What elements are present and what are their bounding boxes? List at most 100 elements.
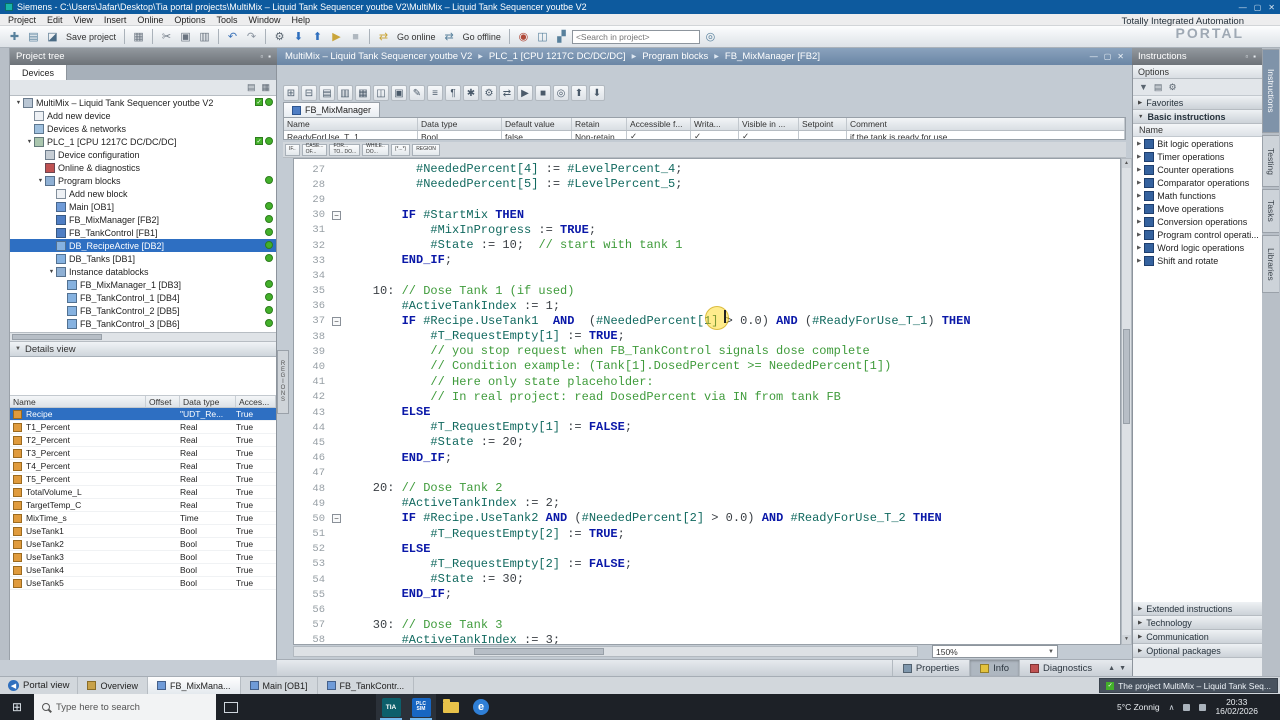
tree-item[interactable]: FB_TankControl_1 [DB4] xyxy=(10,291,276,304)
details-row[interactable]: UseTank4 Bool True xyxy=(10,564,276,577)
snapshot-icon[interactable]: ◫ xyxy=(373,85,389,101)
editor-tab-fb-tankcontr-[interactable]: FB_TankContr... xyxy=(318,677,415,694)
instruction-group-counter-operations[interactable]: ▶ Counter operations xyxy=(1133,163,1262,176)
code-line-56[interactable]: 56 xyxy=(294,602,1120,617)
code-line-34[interactable]: 34 xyxy=(294,268,1120,283)
snippet-region-button[interactable]: REGION xyxy=(412,143,440,156)
filter-icon[interactable]: ▼ xyxy=(1139,82,1148,92)
fold-toggle[interactable]: − xyxy=(330,316,344,326)
tab-info[interactable]: Info xyxy=(969,660,1020,676)
tab-devices[interactable]: Devices xyxy=(10,65,68,80)
maximize-icon[interactable]: ▢ xyxy=(1104,52,1112,61)
iface-column-3[interactable]: Retain xyxy=(572,118,627,130)
iface-column-4[interactable]: Accessible f... xyxy=(627,118,691,130)
details-row[interactable]: UseTank3 Bool True xyxy=(10,551,276,564)
taskbar-tia-portal[interactable]: TIA xyxy=(376,694,406,720)
code-line-41[interactable]: 41 // Here only state placeholder: xyxy=(294,375,1120,390)
side-tab-libraries[interactable]: Libraries xyxy=(1262,235,1279,293)
snippet-comment-button[interactable]: (*...*) xyxy=(390,143,411,156)
print-icon[interactable]: ▦ xyxy=(130,28,147,45)
start-cpu-icon[interactable]: ▶ xyxy=(328,28,345,45)
project-tree-hscrollbar[interactable] xyxy=(10,332,276,342)
code-line-53[interactable]: 53 #T_RequestEmpty[2] := FALSE; xyxy=(294,557,1120,572)
minimize-icon[interactable]: — xyxy=(1090,52,1098,61)
compile-block-icon[interactable]: ✱ xyxy=(463,85,479,101)
tree-item[interactable]: FB_TankControl_3 [DB6] xyxy=(10,317,276,330)
compile-icon[interactable]: ⚙ xyxy=(271,28,288,45)
menu-project[interactable]: Project xyxy=(8,15,36,25)
editor-tab-fb-mixmana-[interactable]: FB_MixMana... xyxy=(147,677,241,694)
code-line-30[interactable]: 30− IF #StartMix THEN xyxy=(294,208,1120,223)
menu-online[interactable]: Online xyxy=(137,15,163,25)
details-row[interactable]: T3_Percent Real True xyxy=(10,447,276,460)
taskbar-edge[interactable]: e xyxy=(466,694,496,720)
details-row[interactable]: Recipe "UDT_Re... True xyxy=(10,408,276,421)
tree-item[interactable]: Online & diagnostics xyxy=(10,161,276,174)
go-offline-icon[interactable]: ⇄ xyxy=(441,28,458,45)
scroll-thumb[interactable] xyxy=(12,334,102,340)
code-line-58[interactable]: 58 #ActiveTankIndex := 3; xyxy=(294,633,1120,644)
taskbar-clock[interactable]: 20:33 16/02/2026 xyxy=(1215,697,1258,717)
code-line-49[interactable]: 49 #ActiveTankIndex := 2; xyxy=(294,496,1120,511)
open-all-members-icon[interactable]: ▤ xyxy=(319,85,335,101)
breadcrumb-item[interactable]: PLC_1 [CPU 1217C DC/DC/DC] xyxy=(489,51,626,62)
section-optional-packages[interactable]: ▶ Optional packages xyxy=(1133,644,1262,658)
code-line-32[interactable]: 32 #State := 10; // start with tank 1 xyxy=(294,238,1120,253)
project-search-input[interactable] xyxy=(571,29,700,44)
breadcrumb-item[interactable]: FB_MixManager [FB2] xyxy=(725,51,820,62)
stop-monitor-icon[interactable]: ■ xyxy=(535,85,551,101)
tree-item[interactable]: Devices & networks xyxy=(10,122,276,135)
go-offline-button[interactable]: Go offline xyxy=(463,32,501,42)
details-column-3[interactable]: Acces... xyxy=(236,396,276,407)
insert-row-icon[interactable]: ⊞ xyxy=(283,85,299,101)
section-favorites[interactable]: ▶ Favorites xyxy=(1133,96,1262,110)
code-line-57[interactable]: 57 30: // Dose Tank 3 xyxy=(294,618,1120,633)
hidden-icons-chevron[interactable]: ∧ xyxy=(1169,703,1175,712)
scroll-up-icon[interactable]: ▲ xyxy=(1122,159,1131,168)
tab-properties[interactable]: Properties xyxy=(891,660,969,676)
copy-values-icon[interactable]: ▣ xyxy=(391,85,407,101)
start-simulation-icon[interactable]: ▞ xyxy=(553,28,570,45)
menu-edit[interactable]: Edit xyxy=(47,15,63,25)
profile-icon[interactable]: ▤ xyxy=(1154,82,1163,93)
editor-tab-main-ob1-[interactable]: Main [OB1] xyxy=(241,677,318,694)
minimize-icon[interactable]: — xyxy=(1239,3,1247,12)
code-line-44[interactable]: 44 #T_RequestEmpty[1] := FALSE; xyxy=(294,420,1120,435)
instruction-settings-icon[interactable]: ⚙ xyxy=(1168,82,1176,93)
code-line-35[interactable]: 35 10: // Dose Tank 1 (if used) xyxy=(294,284,1120,299)
tree-item[interactable]: FB_TankControl_2 [DB5] xyxy=(10,304,276,317)
tree-item[interactable]: Add new device xyxy=(10,109,276,122)
tree-item[interactable]: Device configuration xyxy=(10,148,276,161)
tab-diagnostics[interactable]: Diagnostics xyxy=(1019,660,1102,676)
close-icon[interactable]: ✕ xyxy=(1268,3,1275,12)
tree-item[interactable]: DB_Tanks [DB1] xyxy=(10,252,276,265)
settings-icon[interactable]: ⚙ xyxy=(481,85,497,101)
details-row[interactable]: UseTank5 Bool True xyxy=(10,577,276,590)
upload-from-device-icon[interactable]: ⬆ xyxy=(309,28,326,45)
comment-out-icon[interactable]: ¶ xyxy=(445,85,461,101)
fold-toggle[interactable]: − xyxy=(330,514,344,524)
details-row[interactable]: UseTank1 Bool True xyxy=(10,525,276,538)
go-online-button[interactable]: Go online xyxy=(397,32,436,42)
close-icon[interactable]: ✕ xyxy=(1117,52,1124,61)
details-row[interactable]: UseTank2 Bool True xyxy=(10,538,276,551)
instruction-group-shift-and-rotate[interactable]: ▶ Shift and rotate xyxy=(1133,254,1262,267)
section-extended-instructions[interactable]: ▶ Extended instructions xyxy=(1133,602,1262,616)
details-row[interactable]: TotalVolume_L Real True xyxy=(10,486,276,499)
close-all-members-icon[interactable]: ▥ xyxy=(337,85,353,101)
scl-code-editor[interactable]: 27 #NeededPercent[4] := #LevelPercent_4; 2… xyxy=(293,158,1121,645)
code-line-46[interactable]: 46 END_IF; xyxy=(294,451,1120,466)
details-column-0[interactable]: Name xyxy=(10,396,146,407)
instruction-group-math-functions[interactable]: ▶ Math functions xyxy=(1133,189,1262,202)
editor-hscrollbar[interactable] xyxy=(293,646,918,657)
section-technology[interactable]: ▶ Technology xyxy=(1133,616,1262,630)
code-line-52[interactable]: 52 ELSE xyxy=(294,542,1120,557)
stop-cpu-icon[interactable]: ■ xyxy=(347,28,364,45)
details-row[interactable]: T5_Percent Real True xyxy=(10,473,276,486)
online-diagnostics-icon[interactable]: ◉ xyxy=(515,28,532,45)
status-message[interactable]: ✓ The project MultiMix – Liquid Tank Seq… xyxy=(1099,678,1278,693)
breadcrumb-item[interactable]: Program blocks xyxy=(642,51,708,62)
instruction-group-conversion-operations[interactable]: ▶ Conversion operations xyxy=(1133,215,1262,228)
code-line-27[interactable]: 27 #NeededPercent[4] := #LevelPercent_4; xyxy=(294,162,1120,177)
collapse-up-icon[interactable]: ▲ xyxy=(1108,665,1115,672)
